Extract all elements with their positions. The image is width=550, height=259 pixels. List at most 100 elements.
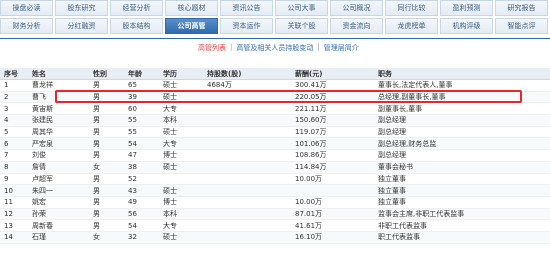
tab-tabs_row2-4[interactable]: 资本运作 <box>220 18 273 34</box>
tab-tabs_row1-0[interactable]: 操盘必读 <box>0 0 53 16</box>
table-cell: 60 <box>124 102 159 116</box>
table-cell: 男 <box>89 126 124 139</box>
tab-tabs_row2-7[interactable]: 龙虎榜单 <box>385 18 438 34</box>
table-cell: 13 <box>0 219 28 232</box>
tab-tabs_row2-5[interactable]: 关联个股 <box>275 18 328 34</box>
table-cell: 108.86万 <box>291 149 374 162</box>
tab-tabs_row2-2[interactable]: 股本结构 <box>110 18 163 34</box>
table-cell: 32 <box>124 231 159 244</box>
table-cell: 硕士 <box>159 79 203 92</box>
table-cell: 14 <box>0 231 28 244</box>
table-cell: 男 <box>89 173 124 186</box>
table-cell: 职工代表监事 <box>374 231 550 244</box>
table-cell: 119.07万 <box>291 126 374 139</box>
table-body: 1 曹龙祥男 65 硕士 4684万 300.41万 董事长,法定代表人,董事 2 曹飞男 39 硕… <box>0 79 550 244</box>
tab-tabs_row2-0[interactable]: 财务分析 <box>0 18 53 34</box>
table-cell: 65 <box>124 79 159 92</box>
tab-tabs_row1-4[interactable]: 资讯公告 <box>220 0 273 16</box>
table-row: 12 孙荣男 56 本科 87.01万 监事会主席,非职工代表监事 <box>0 208 550 221</box>
tab-tabs_row2-1[interactable]: 分红融资 <box>55 18 108 34</box>
table-cell <box>291 184 374 197</box>
table-cell: 16.10万 <box>291 231 374 244</box>
table-cell <box>203 91 291 104</box>
tab-tabs_row2-3[interactable]: 公司高管 <box>165 18 218 34</box>
subtab-management-intro[interactable]: 管理层简介 <box>320 43 363 53</box>
subtab-executive-list[interactable]: 高管列表 <box>194 43 230 53</box>
tab-row-2: 财务分析 分红融资 股本结构 公司高管 资本运作 关联个股 资金流向 龙虎榜单 机构评级 智能点评 <box>0 18 550 34</box>
table-cell: 副总经理 <box>374 126 550 139</box>
table-cell: 54 <box>124 219 159 232</box>
table-cell: 曹飞 <box>28 91 89 104</box>
table-cell: 男 <box>89 184 124 197</box>
tab-tabs_row2-6[interactable]: 资金流向 <box>330 18 383 34</box>
table-cell: 4 <box>0 114 28 127</box>
table-cell: 男 <box>89 137 124 151</box>
column-header: 序号 <box>0 68 28 80</box>
column-header: 性别 <box>89 68 124 80</box>
table-cell: 独立董事 <box>374 184 550 197</box>
table-cell: 11 <box>0 196 28 209</box>
table-cell: 10.00万 <box>291 196 374 209</box>
table-cell: 独立董事 <box>374 196 550 209</box>
tab-tabs_row1-3[interactable]: 核心题材 <box>165 0 218 16</box>
tab-tabs_row1-7[interactable]: 同行比较 <box>385 0 438 16</box>
table-cell: 孙荣 <box>28 208 89 221</box>
table-cell: 55 <box>124 126 159 139</box>
tab-tabs_row1-5[interactable]: 公司大事 <box>275 0 328 16</box>
table-cell: 5 <box>0 126 28 139</box>
tab-tabs_row1-8[interactable]: 盈利预测 <box>440 0 493 16</box>
table-cell: 10 <box>0 184 28 197</box>
table-cell: 副总经理 <box>374 114 550 127</box>
table-cell <box>203 219 291 232</box>
table-cell: 41.61万 <box>291 219 374 232</box>
table-cell <box>203 114 291 127</box>
table-cell <box>159 173 203 186</box>
table-header-row: 序号 姓名 性别 年龄 学历 持股数(股) 薪酬(元) 职务 <box>0 68 550 80</box>
table-row: 5 周其华男 55 硕士 119.07万 副总经理 <box>0 126 550 139</box>
table-cell: 非职工代表监事 <box>374 219 550 232</box>
table-cell: 12 <box>0 208 28 221</box>
table-row: 4 张建民男 55 本科 150.60万 副总经理 <box>0 114 550 127</box>
tab-tabs_row1-6[interactable]: 公司概况 <box>330 0 383 16</box>
table-cell: 董事长,法定代表人,董事 <box>374 79 550 92</box>
executive-table: 序号 姓名 性别 年龄 学历 持股数(股) 薪酬(元) 职务 1 曹龙祥男 65 硕士 4684万 30… <box>0 68 550 244</box>
table-cell: 周其华 <box>28 126 89 139</box>
table-cell <box>203 149 291 162</box>
tab-tabs_row1-2[interactable]: 经营分析 <box>110 0 163 16</box>
table-cell: 10.00万 <box>291 173 374 186</box>
table-cell: 硕士 <box>159 184 203 197</box>
table-cell: 男 <box>89 79 124 92</box>
table-cell <box>203 173 291 186</box>
table-cell: 詹倩 <box>28 161 89 174</box>
table-row: 8 詹倩女 38 硕士 114.84万 董事会秘书 <box>0 161 550 174</box>
subtab-shareholding-changes[interactable]: 高管及相关人员持股变动 <box>232 43 317 53</box>
table-cell: 男 <box>89 219 124 232</box>
tab-underline <box>0 38 550 39</box>
table-cell: 男 <box>89 149 124 162</box>
table-cell <box>203 161 291 174</box>
table-cell: 大专 <box>159 137 203 151</box>
table-cell: 114.84万 <box>291 161 374 174</box>
tab-tabs_row2-9[interactable]: 智能点评 <box>495 18 548 34</box>
column-header: 持股数(股) <box>203 68 291 80</box>
tab-tabs_row1-9[interactable]: 研究报告 <box>495 0 548 16</box>
table-row: 2 曹飞男 39 硕士 220.05万 总经理,副董事长,董事 <box>0 91 550 104</box>
tab-tabs_row2-8[interactable]: 机构评级 <box>440 18 493 34</box>
table-cell <box>203 102 291 116</box>
table-cell <box>203 137 291 151</box>
table-cell: 男 <box>89 208 124 221</box>
table-cell: 本科 <box>159 114 203 127</box>
table-cell <box>203 208 291 221</box>
table-cell: 220.05万 <box>291 91 374 104</box>
table-cell <box>203 126 291 139</box>
table-row: 14 石瑾女 32 硕士 16.10万 职工代表监事 <box>0 231 550 244</box>
table-cell: 4684万 <box>203 79 291 92</box>
tab-tabs_row1-1[interactable]: 股东研究 <box>55 0 108 16</box>
table-cell: 硕士 <box>159 231 203 244</box>
table-cell: 周新春 <box>28 219 89 232</box>
table-cell: 9 <box>0 173 28 186</box>
table-cell: 39 <box>124 91 159 104</box>
table-cell: 43 <box>124 184 159 197</box>
table-cell <box>203 231 291 244</box>
column-header: 姓名 <box>28 68 89 80</box>
